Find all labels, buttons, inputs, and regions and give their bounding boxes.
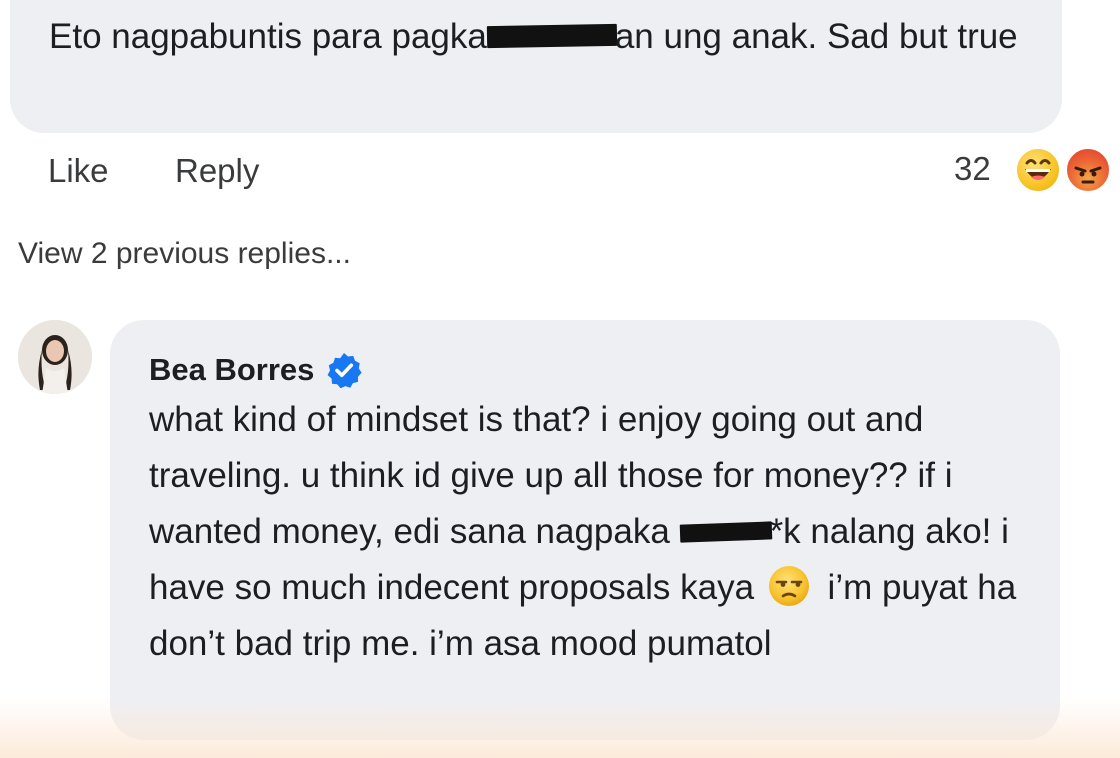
avatar[interactable] bbox=[18, 320, 92, 394]
angry-reaction-icon[interactable] bbox=[1064, 146, 1112, 194]
view-previous-replies-link[interactable]: View 2 previous replies... bbox=[18, 237, 351, 271]
reply-comment-text: what kind of mindset is that? i enjoy go… bbox=[149, 392, 1049, 672]
unamused-face-emoji-icon bbox=[768, 565, 810, 607]
previous-comment-text: Eto nagpabuntis para pagka an ung anak. S… bbox=[49, 10, 1049, 64]
previous-comment-text-end: an ung anak. Sad but true bbox=[614, 17, 1018, 56]
reaction-count[interactable]: 32 bbox=[954, 150, 991, 188]
haha-reaction-icon[interactable] bbox=[1014, 146, 1062, 194]
previous-comment-text-start: Eto nagpabuntis para pagka bbox=[49, 17, 487, 56]
reply-button[interactable]: Reply bbox=[175, 152, 259, 190]
verified-badge-icon bbox=[326, 352, 363, 389]
redaction-bar bbox=[486, 23, 618, 48]
redaction-bar bbox=[679, 521, 772, 543]
author-row: Bea Borres bbox=[149, 349, 363, 391]
author-name[interactable]: Bea Borres bbox=[149, 352, 314, 388]
like-button[interactable]: Like bbox=[48, 152, 109, 190]
